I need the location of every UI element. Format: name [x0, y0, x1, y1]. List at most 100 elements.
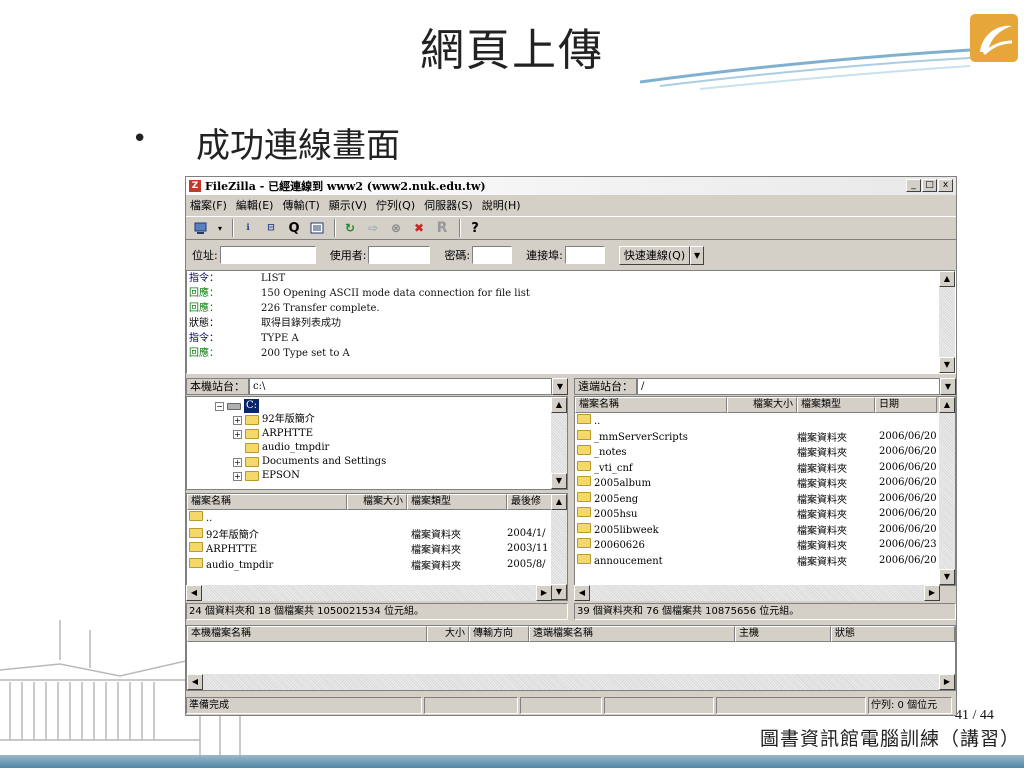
local-file-row[interactable]: ..	[187, 510, 567, 526]
remote-file-type: 檔案資料夾	[797, 556, 847, 568]
scroll-left-icon[interactable]: ◀	[574, 585, 590, 601]
scroll-up-icon[interactable]: ▲	[939, 397, 955, 413]
menu-queue[interactable]: 佇列(Q)	[376, 197, 415, 213]
log-row: 指令： LIST	[187, 271, 955, 286]
folder-icon	[577, 414, 591, 425]
col-local-size[interactable]: 檔案大小	[347, 494, 407, 510]
toggle-queue-icon[interactable]	[307, 219, 327, 237]
remote-hscrollbar[interactable]: ◀ ▶	[574, 585, 940, 601]
local-file-type: 檔案資料夾	[411, 529, 461, 541]
col-queue-direction[interactable]: 傳輸方向	[469, 626, 529, 642]
remote-file-row[interactable]: 20060626 檔案資料夾 2006/06/23	[575, 537, 955, 553]
toggle-remote-tree-icon[interactable]: Q	[284, 219, 304, 237]
tree-node[interactable]: + Documents and Settings	[187, 455, 567, 469]
col-remote-type[interactable]: 檔案類型	[797, 397, 875, 413]
expand-icon[interactable]: +	[233, 471, 242, 481]
menu-help[interactable]: 說明(H)	[482, 197, 521, 213]
scroll-right-icon[interactable]: ▶	[924, 585, 940, 601]
scroll-down-icon[interactable]: ▼	[551, 584, 567, 600]
queue-header: 本機檔案名稱 大小 傳輸方向 遠端檔案名稱 主機 狀態	[187, 626, 955, 642]
scroll-up-icon[interactable]: ▲	[551, 494, 567, 510]
reconnect-icon[interactable]: R	[432, 219, 452, 237]
minimize-button[interactable]: _	[906, 179, 921, 192]
process-queue-icon[interactable]: ⇨	[363, 219, 383, 237]
scroll-right-icon[interactable]: ▶	[939, 674, 955, 690]
expand-icon[interactable]: +	[233, 415, 242, 425]
tree-node[interactable]: + EPSON	[187, 469, 567, 483]
user-input[interactable]	[368, 246, 431, 264]
address-input[interactable]	[219, 246, 316, 264]
tree-node[interactable]: − C:	[187, 399, 567, 413]
remote-path-dropdown[interactable]: ▼	[940, 377, 956, 395]
help-icon[interactable]: ?	[465, 219, 485, 237]
site-manager-dropdown-icon[interactable]: ▾	[215, 219, 225, 237]
col-queue-status[interactable]: 狀態	[831, 626, 955, 642]
remote-file-date: 2006/06/20	[879, 554, 937, 566]
col-remote-name[interactable]: 檔案名稱	[575, 397, 727, 413]
remote-file-row[interactable]: 2005eng 檔案資料夾 2006/06/20	[575, 491, 955, 507]
scroll-up-icon[interactable]: ▲	[939, 271, 955, 287]
local-list-scrollbar[interactable]: ▲ ▼	[551, 494, 567, 600]
scroll-up-icon[interactable]: ▲	[551, 397, 567, 413]
remote-file-row[interactable]: 2005libweek 檔案資料夾 2006/06/20	[575, 522, 955, 538]
tree-node[interactable]: audio_tmpdir	[187, 441, 567, 455]
log-scrollbar[interactable]: ▲ ▼	[939, 271, 955, 373]
menu-file[interactable]: 檔案(F)	[190, 197, 227, 213]
col-remote-size[interactable]: 檔案大小	[727, 397, 797, 413]
menu-edit[interactable]: 編輯(E)	[236, 197, 274, 213]
disconnect-icon[interactable]: ✖	[409, 219, 429, 237]
remote-file-row[interactable]: _notes 檔案資料夾 2006/06/20	[575, 444, 955, 460]
quickconnect-button[interactable]: 快速連線(Q)	[618, 245, 691, 265]
col-queue-remote[interactable]: 遠端檔案名稱	[529, 626, 735, 642]
remote-list-scrollbar[interactable]: ▲ ▼	[939, 397, 955, 585]
tree-scrollbar[interactable]: ▲ ▼	[551, 397, 567, 489]
cancel-icon[interactable]: ⊗	[386, 219, 406, 237]
port-input[interactable]	[564, 246, 605, 264]
remote-file-row[interactable]: _mmServerScripts 檔案資料夾 2006/06/20	[575, 429, 955, 445]
password-input[interactable]	[472, 246, 513, 264]
menu-view[interactable]: 顯示(V)	[329, 197, 367, 213]
remote-file-row[interactable]: 2005hsu 檔案資料夾 2006/06/20	[575, 506, 955, 522]
local-path-dropdown[interactable]: ▼	[552, 377, 568, 395]
scroll-down-icon[interactable]: ▼	[939, 569, 955, 585]
local-file-row[interactable]: 92年版簡介 檔案資料夾 2004/1/	[187, 526, 567, 542]
tree-node[interactable]: + ARPHTTE	[187, 427, 567, 441]
col-queue-size[interactable]: 大小	[427, 626, 469, 642]
scroll-left-icon[interactable]: ◀	[186, 585, 202, 601]
collapse-icon[interactable]: −	[215, 401, 224, 411]
menu-server[interactable]: 伺服器(S)	[424, 197, 473, 213]
col-remote-date[interactable]: 日期	[875, 397, 937, 413]
expand-icon[interactable]: +	[233, 457, 242, 467]
local-file-row[interactable]: ARPHTTE 檔案資料夾 2003/11	[187, 541, 567, 557]
maximize-button[interactable]: □	[922, 179, 937, 192]
quickconnect-dropdown[interactable]: ▼	[690, 245, 705, 265]
expand-icon[interactable]: +	[233, 429, 242, 439]
close-button[interactable]: x	[938, 179, 953, 192]
remote-file-row[interactable]: 2005album 檔案資料夾 2006/06/20	[575, 475, 955, 491]
remote-file-row[interactable]: annoucement 檔案資料夾 2006/06/20	[575, 553, 955, 569]
tree-leaf-icon[interactable]	[233, 444, 242, 453]
remote-file-date: 2006/06/20	[879, 492, 937, 504]
refresh-icon[interactable]: ↻	[340, 219, 360, 237]
tree-node[interactable]: +92年版簡介	[187, 413, 567, 427]
remote-file-row[interactable]: _vti_cnf 檔案資料夾 2006/06/20	[575, 460, 955, 476]
col-queue-local[interactable]: 本機檔案名稱	[187, 626, 427, 642]
local-hscrollbar[interactable]: ◀ ▶	[186, 585, 552, 601]
col-local-name[interactable]: 檔案名稱	[187, 494, 347, 510]
local-file-row[interactable]: audio_tmpdir 檔案資料夾 2005/8/	[187, 557, 567, 573]
col-local-type[interactable]: 檔案類型	[407, 494, 507, 510]
scroll-left-icon[interactable]: ◀	[187, 674, 203, 690]
scroll-down-icon[interactable]: ▼	[939, 357, 955, 373]
col-queue-host[interactable]: 主機	[735, 626, 831, 642]
site-manager-icon[interactable]	[192, 219, 212, 237]
toggle-log-icon[interactable]: ℹ	[238, 219, 258, 237]
scroll-down-icon[interactable]: ▼	[551, 473, 567, 489]
local-path-input[interactable]: c:\	[249, 377, 552, 395]
menu-transfer[interactable]: 傳輸(T)	[282, 197, 319, 213]
toggle-local-tree-icon[interactable]: ⊟	[261, 219, 281, 237]
scroll-right-icon[interactable]: ▶	[536, 585, 552, 601]
remote-file-row[interactable]: ..	[575, 413, 955, 429]
col-local-date[interactable]: 最後修	[507, 494, 553, 510]
remote-path-input[interactable]: /	[637, 377, 940, 395]
queue-hscrollbar[interactable]: ◀ ▶	[187, 674, 955, 690]
